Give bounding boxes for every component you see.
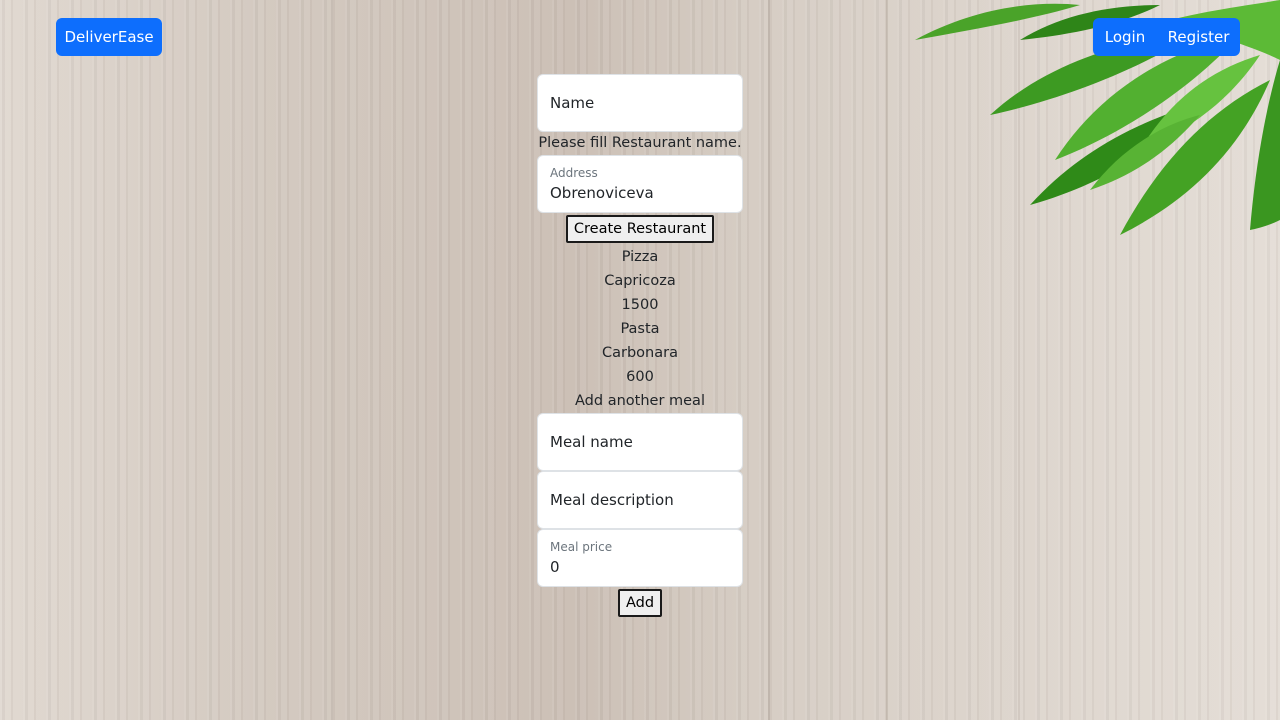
meal-price: 1500 [621, 297, 659, 313]
meal-list: Pizza Capricoza 1500 Pasta Carbonara 600 [602, 245, 678, 389]
address-label: Address [550, 166, 598, 180]
meal-name-placeholder: Meal name [550, 433, 633, 451]
restaurant-name-placeholder: Name [550, 94, 595, 112]
meal-description-placeholder: Meal description [550, 491, 674, 509]
meal-description: Carbonara [602, 345, 678, 361]
register-button[interactable]: Register [1157, 18, 1240, 56]
meal-price-field[interactable]: Meal price 0 [537, 529, 743, 587]
add-meal-heading: Add another meal [575, 393, 705, 409]
login-button[interactable]: Login [1093, 18, 1157, 56]
restaurant-name-helper: Please fill Restaurant name. [538, 135, 742, 151]
meal-name: Pizza [621, 249, 659, 265]
meal-description: Capricoza [604, 273, 676, 289]
meal-description-field[interactable]: Meal description [537, 471, 743, 529]
meal-name: Pasta [620, 321, 660, 337]
restaurant-name-field[interactable]: Name [537, 74, 743, 132]
create-restaurant-button[interactable]: Create Restaurant [565, 215, 715, 243]
meal-price-label: Meal price [550, 540, 613, 554]
restaurant-form: Name Please fill Restaurant name. Addres… [537, 74, 743, 619]
meal-price-value: 0 [550, 558, 560, 576]
address-value: Obrenoviceva [550, 184, 654, 202]
wood-grain-line [768, 0, 770, 720]
add-meal-button[interactable]: Add [617, 589, 663, 617]
wood-grain-line [331, 0, 333, 720]
wood-grain-line [886, 0, 888, 720]
brand-button[interactable]: DeliverEase [56, 18, 162, 56]
meal-price: 600 [626, 369, 654, 385]
meal-name-field[interactable]: Meal name [537, 413, 743, 471]
address-field[interactable]: Address Obrenoviceva [537, 155, 743, 213]
